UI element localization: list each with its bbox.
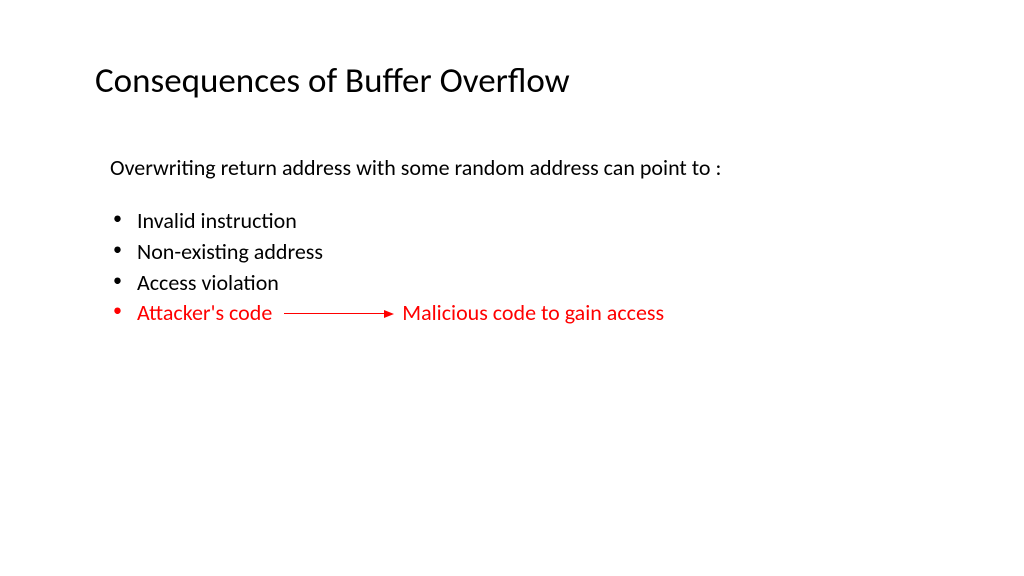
highlighted-row: Attacker's code Malicious code to gain a… bbox=[137, 298, 944, 329]
list-item-highlighted: Attacker's code Malicious code to gain a… bbox=[105, 298, 944, 329]
arrow-head-icon bbox=[384, 310, 394, 318]
arrow-line bbox=[284, 313, 384, 314]
bullet-list: Invalid instruction Non-existing address… bbox=[95, 206, 944, 329]
slide-content: Consequences of Buffer Overflow Overwrit… bbox=[0, 0, 1024, 329]
arrow-icon bbox=[284, 310, 394, 318]
list-item: Invalid instruction bbox=[105, 206, 944, 237]
bullet-text: Attacker's code bbox=[137, 298, 272, 329]
list-item: Access violation bbox=[105, 268, 944, 299]
bullet-text: Non-existing address bbox=[137, 238, 323, 265]
arrow-target-text: Malicious code to gain access bbox=[402, 298, 664, 329]
slide-title: Consequences of Buffer Overflow bbox=[95, 60, 944, 102]
intro-text: Overwriting return address with some ran… bbox=[95, 154, 944, 181]
list-item: Non-existing address bbox=[105, 237, 944, 268]
bullet-text: Invalid instruction bbox=[137, 207, 297, 234]
bullet-text: Access violation bbox=[137, 269, 279, 296]
